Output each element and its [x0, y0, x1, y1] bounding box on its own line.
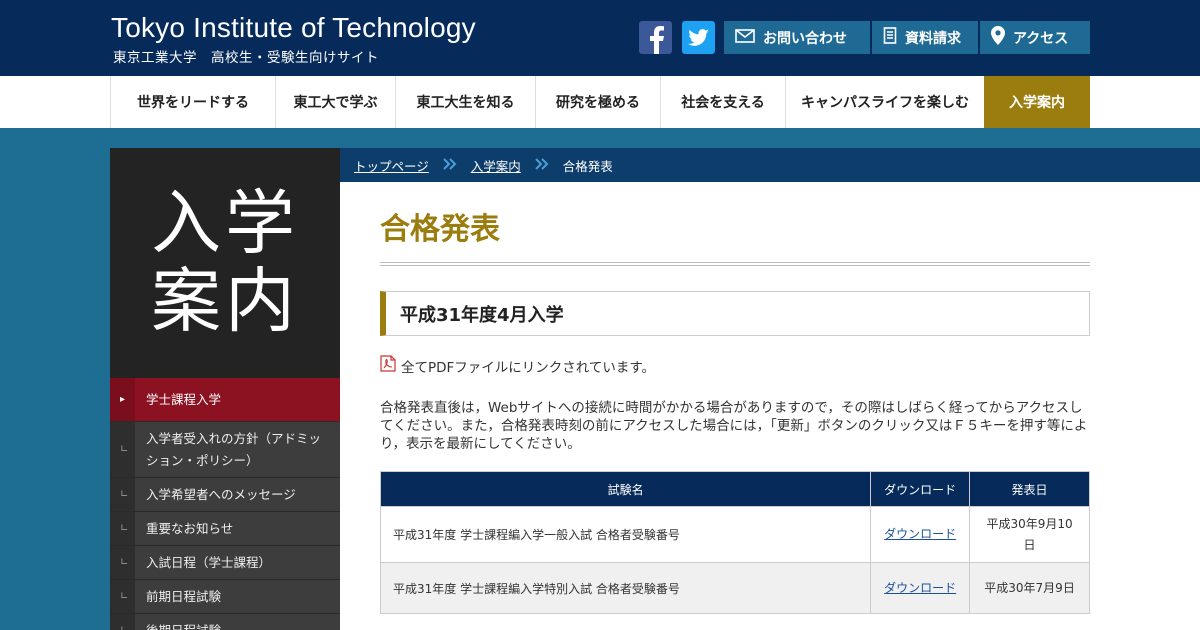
nav-item-lead-the-world[interactable]: 世界をリードする — [110, 76, 275, 128]
double-chevron-icon — [535, 157, 549, 173]
access-label: アクセス — [1013, 30, 1069, 47]
pdf-note-text: 全てPDFファイルにリンクされています。 — [401, 359, 656, 376]
corner-icon: ∟ — [120, 624, 129, 630]
sidebar-item-schedule[interactable]: ∟ 入試日程（学士課程） — [110, 546, 340, 580]
request-docs-label: 資料請求 — [905, 30, 961, 47]
announcement-date-cell: 平成30年9月10日 — [969, 506, 1090, 563]
column-header-date: 発表日 — [969, 471, 1090, 507]
exam-name-cell: 平成31年度 学士課程編入学一般入試 合格者受験番号 — [379, 506, 872, 563]
corner-icon: ∟ — [120, 522, 129, 534]
corner-icon: ∟ — [120, 590, 129, 602]
download-link[interactable]: ダウンロード — [884, 527, 956, 541]
notice-paragraph: 合格発表直後は，Webサイトへの接続に時間がかかる場合がありますので，その際はし… — [380, 400, 1088, 452]
corner-icon: ∟ — [120, 488, 129, 500]
contact-button[interactable]: お問い合わせ — [724, 21, 870, 54]
facebook-icon[interactable] — [639, 21, 672, 54]
nav-item-study[interactable]: 東工大で学ぶ — [275, 76, 395, 128]
double-chevron-icon — [443, 157, 457, 173]
exam-name-cell: 平成31年度 学士課程編入学特別入試 合格者受験番号 — [379, 562, 872, 614]
breadcrumb-link-top[interactable]: トップページ — [354, 156, 429, 175]
site-subtitle: 東京工業大学 高校生・受験生向けサイト — [113, 50, 379, 66]
sidebar-item-notices[interactable]: ∟ 重要なお知らせ — [110, 512, 340, 546]
nav-item-students[interactable]: 東工大生を知る — [395, 76, 535, 128]
announcement-date-cell: 平成30年7月9日 — [969, 562, 1090, 614]
breadcrumb-link-admissions[interactable]: 入学案内 — [471, 156, 521, 175]
section-hero: 入学 案内 — [110, 148, 340, 378]
site-logo[interactable]: Tokyo Institute of Technology — [111, 12, 476, 44]
sidebar-menu: ▸ 学士課程入学 ∟ 入学者受入れの方針（アドミッション・ポリシー） ∟ 入学希… — [110, 378, 340, 630]
results-table: 試験名 ダウンロード 発表日 平成31年度 学士課程編入学一般入試 合格者受験番… — [379, 471, 1090, 614]
page-title: 合格発表 — [380, 212, 500, 247]
document-icon — [883, 27, 897, 48]
section-heading: 平成31年度4月入学 — [380, 291, 1090, 336]
download-cell: ダウンロード — [870, 506, 971, 563]
download-cell: ダウンロード — [870, 562, 971, 614]
sidebar-item-label: 入学者受入れの方針（アドミッション・ポリシー） — [146, 430, 322, 468]
sidebar-item-admission-policy[interactable]: ∟ 入学者受入れの方針（アドミッション・ポリシー） — [110, 422, 340, 478]
map-pin-icon — [991, 26, 1005, 49]
corner-icon: ∟ — [120, 556, 129, 568]
table-row: 平成31年度 学士課程編入学特別入試 合格者受験番号 ダウンロード 平成30年7… — [379, 562, 1090, 614]
column-header-download: ダウンロード — [870, 471, 971, 507]
download-link[interactable]: ダウンロード — [884, 581, 956, 595]
table-header-row: 試験名 ダウンロード 発表日 — [379, 471, 1090, 507]
sidebar-item-message[interactable]: ∟ 入学希望者へのメッセージ — [110, 478, 340, 512]
main-content: 合格発表 平成31年度4月入学 全てPDFファイルにリンクされています。 合格発… — [340, 182, 1200, 630]
site-header: Tokyo Institute of Technology 東京工業大学 高校生… — [0, 0, 1200, 76]
sidebar-item-label: 入試日程（学士課程） — [146, 554, 272, 570]
title-divider — [380, 262, 1090, 266]
breadcrumb-current: 合格発表 — [562, 158, 613, 174]
nav-item-admissions[interactable]: 入学案内 — [984, 76, 1090, 128]
contact-label: お問い合わせ — [763, 30, 847, 47]
bullet-icon: ▸ — [120, 393, 126, 405]
nav-item-society[interactable]: 社会を支える — [660, 76, 785, 128]
pdf-icon — [380, 355, 396, 376]
twitter-icon[interactable] — [682, 21, 715, 54]
access-button[interactable]: アクセス — [980, 21, 1090, 54]
corner-icon: ∟ — [120, 443, 129, 455]
mail-icon — [735, 28, 755, 47]
sidebar-item-first-exam[interactable]: ∟ 前期日程試験 — [110, 580, 340, 614]
nav-item-campus-life[interactable]: キャンパスライフを楽しむ — [785, 76, 984, 128]
pdf-note: 全てPDFファイルにリンクされています。 — [380, 355, 655, 376]
sidebar-item-undergraduate[interactable]: ▸ 学士課程入学 — [110, 378, 340, 422]
nav-item-research[interactable]: 研究を極める — [535, 76, 660, 128]
request-docs-button[interactable]: 資料請求 — [872, 21, 978, 54]
breadcrumb: トップページ 入学案内 合格発表 — [340, 148, 1200, 182]
section-hero-line-1: 入学 — [151, 182, 299, 264]
column-header-exam: 試験名 — [379, 471, 872, 507]
section-hero-line-2: 案内 — [151, 260, 299, 342]
sidebar-item-label: 入学希望者へのメッセージ — [146, 486, 296, 502]
sidebar-item-second-exam[interactable]: ∟ 後期日程試験 — [110, 614, 340, 630]
global-nav: 世界をリードする 東工大で学ぶ 東工大生を知る 研究を極める 社会を支える キャ… — [0, 76, 1200, 128]
table-row: 平成31年度 学士課程編入学一般入試 合格者受験番号 ダウンロード 平成30年9… — [379, 506, 1090, 563]
